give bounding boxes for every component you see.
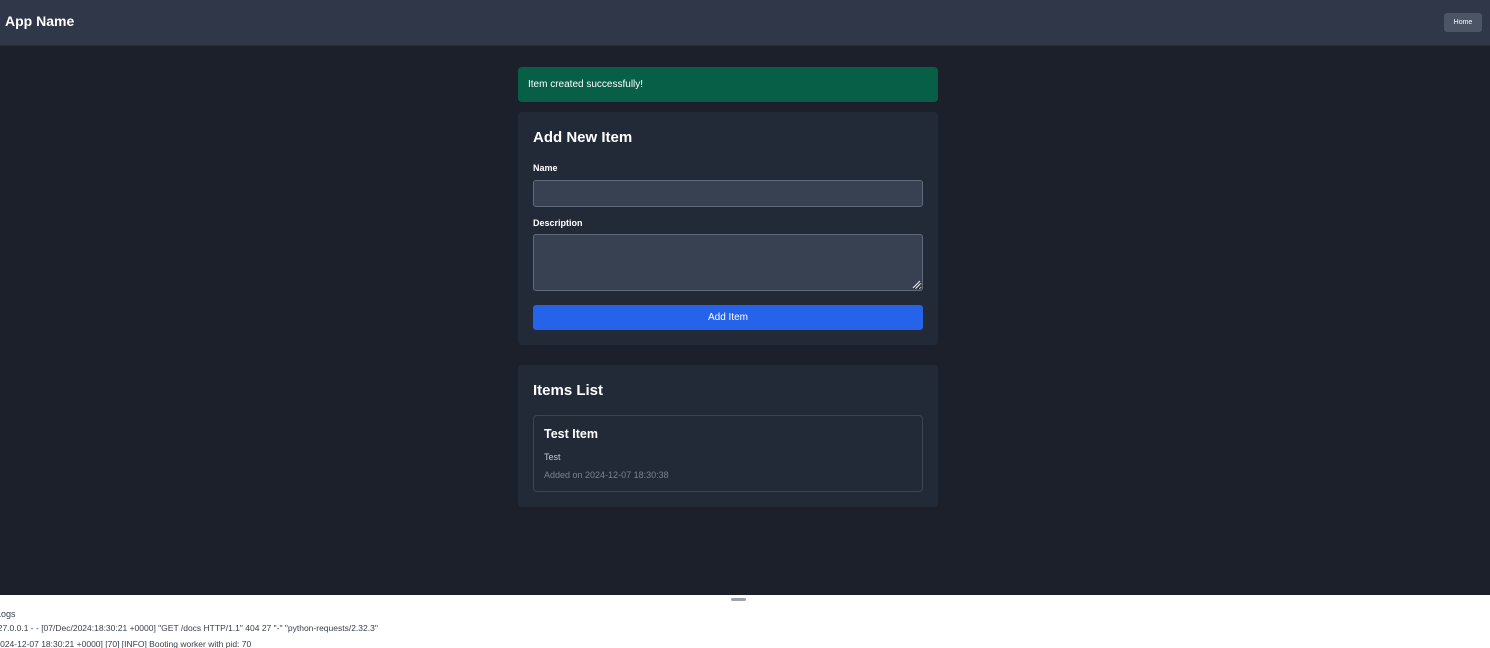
- description-label: Description: [533, 218, 583, 228]
- add-item-button[interactable]: Add Item: [533, 305, 923, 330]
- textarea-resize-icon[interactable]: [911, 279, 921, 289]
- home-button[interactable]: Home: [1444, 13, 1482, 32]
- items-list-card: Items List Test Item Test Added on 2024-…: [518, 365, 938, 507]
- drag-handle-icon[interactable]: [731, 598, 746, 601]
- item-description: Test: [544, 452, 561, 462]
- app-title[interactable]: App Name: [5, 13, 74, 29]
- item-name: Test Item: [544, 427, 598, 441]
- log-line: [2024-12-07 18:30:21 +0000] [70] [INFO] …: [0, 639, 252, 648]
- add-item-card: Add New Item Name Description Add Item: [518, 112, 938, 345]
- logs-panel: Logs 127.0.0.1 - - [07/Dec/2024:18:30:21…: [0, 595, 1490, 648]
- items-list-title: Items List: [533, 382, 604, 399]
- item-added-date: Added on 2024-12-07 18:30:38: [544, 470, 669, 480]
- logs-title: Logs: [0, 609, 16, 619]
- navbar: App Name Home: [0, 0, 1490, 46]
- description-textarea[interactable]: [533, 234, 923, 291]
- success-alert: Item created successfully!: [518, 67, 938, 102]
- add-item-title: Add New Item: [533, 129, 633, 146]
- log-line: 127.0.0.1 - - [07/Dec/2024:18:30:21 +000…: [0, 623, 378, 633]
- name-input[interactable]: [533, 180, 923, 207]
- list-item: Test Item Test Added on 2024-12-07 18:30…: [533, 415, 923, 492]
- name-label: Name: [533, 163, 558, 173]
